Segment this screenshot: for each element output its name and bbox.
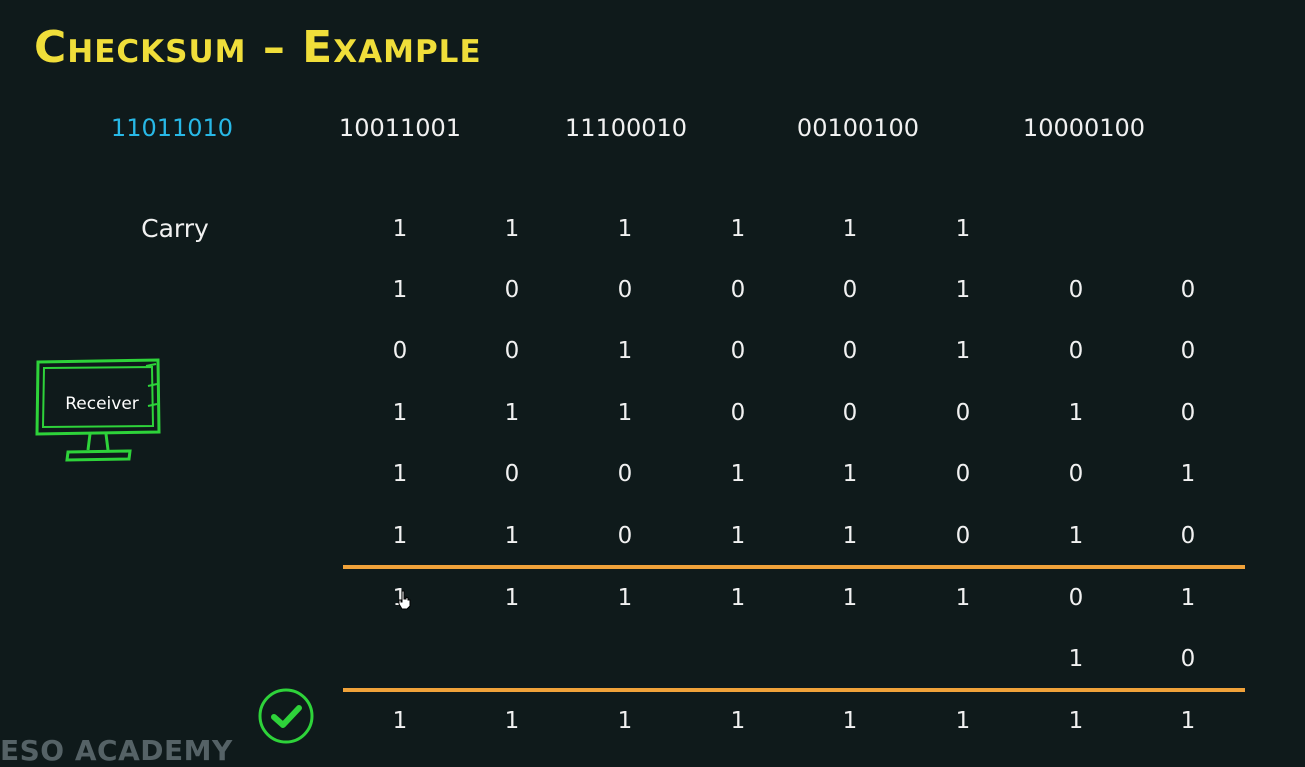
hand-cursor-icon [398,590,411,610]
operand-bit: 1 [617,338,633,364]
operand-bit: 0 [1068,338,1084,364]
operand-bit: 0 [1180,523,1196,549]
sum-divider-line [343,565,1245,569]
operand-bit: 1 [392,461,408,487]
operand-bit: 0 [504,461,520,487]
operand-bit: 1 [392,523,408,549]
operand-bit: 1 [955,338,971,364]
result-bit: 1 [1180,708,1196,734]
operand-bit: 1 [842,523,858,549]
operand-bit: 0 [617,523,633,549]
operand-bit: 1 [730,461,746,487]
operand-bit: 0 [617,277,633,303]
operand-bit: 1 [1068,400,1084,426]
operand-bit: 0 [842,277,858,303]
carry-bit: 1 [730,216,746,242]
sum-bit: 1 [730,585,746,611]
result-bit: 1 [1068,708,1084,734]
operand-bit: 1 [504,400,520,426]
operand-bit: 0 [617,461,633,487]
operand-bit: 0 [955,400,971,426]
operand-bit: 1 [842,461,858,487]
wraparound-bit: 0 [1180,646,1196,672]
operand-bit: 0 [730,277,746,303]
operand-bit: 0 [504,338,520,364]
result-divider-line [343,688,1245,692]
result-bit: 1 [842,708,858,734]
result-bit: 1 [955,708,971,734]
operand-bit: 1 [1068,523,1084,549]
carry-bit: 1 [504,216,520,242]
operand-bit: 0 [392,338,408,364]
operand-bit: 0 [1180,400,1196,426]
binary-addition-grid: 1 1 1 1 1 1 1 0 0 0 0 1 0 0 0 0 1 0 0 1 0 0 1 1 1 0 0 0 1 0 1 0 0 1 1 0 0 1 1 1… [0,0,1305,767]
operand-bit: 0 [1180,277,1196,303]
operand-bit: 0 [1068,277,1084,303]
operand-bit: 0 [842,338,858,364]
sum-bit: 1 [617,585,633,611]
sum-bit: 1 [842,585,858,611]
operand-bit: 0 [1068,461,1084,487]
result-bit: 1 [617,708,633,734]
operand-bit: 0 [730,400,746,426]
checkmark-icon [258,688,314,744]
carry-bit: 1 [955,216,971,242]
operand-bit: 0 [1180,338,1196,364]
operand-bit: 0 [842,400,858,426]
operand-bit: 0 [955,461,971,487]
result-bit: 1 [504,708,520,734]
operand-bit: 0 [730,338,746,364]
receiver-label: Receiver [65,394,139,414]
operand-bit: 1 [617,400,633,426]
operand-bit: 0 [504,277,520,303]
carry-bit: 1 [617,216,633,242]
operand-bit: 1 [392,400,408,426]
sum-bit: 1 [1180,585,1196,611]
wraparound-bit: 1 [1068,646,1084,672]
operand-bit: 0 [955,523,971,549]
watermark-logo: ESO ACADEMY [0,734,233,767]
operand-bit: 1 [730,523,746,549]
carry-bit: 1 [842,216,858,242]
result-bit: 1 [392,708,408,734]
carry-bit: 1 [392,216,408,242]
operand-bit: 1 [955,277,971,303]
operand-bit: 1 [392,277,408,303]
result-bit: 1 [730,708,746,734]
sum-bit: 0 [1068,585,1084,611]
operand-bit: 1 [1180,461,1196,487]
sum-bit: 1 [955,585,971,611]
sum-bit: 1 [504,585,520,611]
operand-bit: 1 [504,523,520,549]
